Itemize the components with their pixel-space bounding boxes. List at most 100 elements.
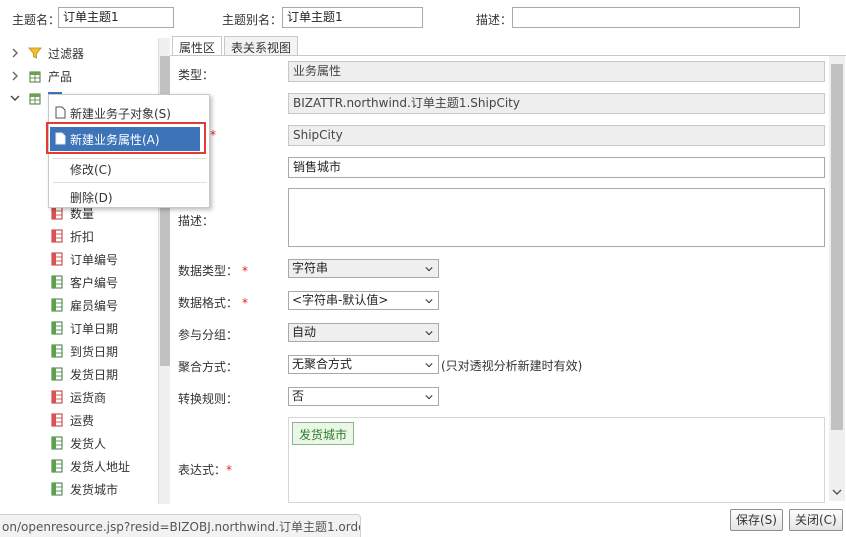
tree-item-consignee-address[interactable]: 发货人地址 bbox=[50, 456, 130, 476]
dimension-icon bbox=[51, 436, 63, 450]
name-field: ShipCity bbox=[288, 125, 825, 146]
folder-table-icon bbox=[29, 71, 41, 83]
path-field: BIZATTR.northwind.订单主题1.ShipCity bbox=[288, 93, 825, 114]
menu-item-label: 删除(D) bbox=[70, 190, 113, 205]
group-label: 参与分组： bbox=[178, 328, 239, 342]
data-type-value: 字符串 bbox=[292, 261, 329, 275]
group-select[interactable]: 自动 bbox=[288, 323, 439, 342]
tree-item-filter[interactable]: 过滤器 bbox=[10, 43, 84, 63]
tree-item-label: 折扣 bbox=[70, 229, 95, 244]
dimension-icon bbox=[51, 459, 63, 473]
tree-item-order-date[interactable]: 订单日期 bbox=[50, 318, 118, 338]
tree-item-label: 运货商 bbox=[70, 390, 107, 405]
menu-item-delete[interactable]: 删除(D) bbox=[50, 185, 208, 209]
data-type-label: 数据类型： * bbox=[178, 264, 249, 278]
agg-note: (只对透视分析新建时有效) bbox=[441, 359, 583, 373]
save-button[interactable]: 保存(S) bbox=[730, 509, 783, 531]
dimension-icon bbox=[51, 367, 63, 381]
dimension-icon bbox=[51, 482, 63, 496]
measure-icon bbox=[51, 413, 63, 427]
context-menu: 新建业务子对象(S) 新建业务属性(A) 修改(C) 删除(D) bbox=[46, 94, 210, 209]
chevron-down-icon[interactable] bbox=[10, 93, 20, 103]
menu-item-label: 修改(C) bbox=[70, 162, 112, 177]
chevron-right-icon[interactable] bbox=[10, 48, 20, 58]
expr-token[interactable]: 发货城市 bbox=[292, 422, 355, 445]
type-label: 类型： bbox=[178, 68, 215, 82]
measure-icon bbox=[51, 252, 63, 266]
dimension-icon bbox=[51, 275, 63, 289]
topic-desc-input[interactable] bbox=[512, 7, 800, 28]
tab-divider bbox=[170, 55, 846, 56]
agg-label: 聚合方式： bbox=[178, 360, 239, 374]
menu-separator bbox=[53, 182, 207, 183]
chevron-down-icon bbox=[425, 267, 433, 272]
document-icon bbox=[55, 106, 66, 119]
menu-item-new-attribute[interactable]: 新建业务属性(A) bbox=[50, 127, 200, 151]
filter-icon bbox=[28, 47, 42, 59]
menu-item-edit[interactable]: 修改(C) bbox=[50, 157, 208, 181]
folder-table-icon bbox=[29, 93, 41, 105]
group-value: 自动 bbox=[292, 325, 317, 339]
tree-item-order-id[interactable]: 订单编号 bbox=[50, 249, 118, 269]
data-format-label: 数据格式： * bbox=[178, 296, 249, 310]
topic-name-input[interactable]: 订单主题1 bbox=[58, 7, 174, 28]
tree-item-shipper[interactable]: 运货商 bbox=[50, 387, 106, 407]
dimension-icon bbox=[51, 321, 63, 335]
tree-item-label: 客户编号 bbox=[70, 275, 119, 290]
menu-item-label: 新建业务子对象(S) bbox=[70, 106, 171, 121]
tab-properties[interactable]: 属性区 bbox=[172, 36, 223, 56]
tree-item-customer-id[interactable]: 客户编号 bbox=[50, 272, 118, 292]
chevron-down-icon bbox=[425, 331, 433, 336]
dimension-icon bbox=[51, 298, 63, 312]
desc-textarea[interactable] bbox=[288, 188, 825, 247]
tree-item-employee-id[interactable]: 雇员编号 bbox=[50, 295, 118, 315]
tree-item-arrival-date[interactable]: 到货日期 bbox=[50, 341, 118, 361]
data-format-value: <字符串-默认值> bbox=[292, 293, 389, 307]
tree-item-label: 发货人 bbox=[70, 436, 107, 451]
tree-item-label: 发货人地址 bbox=[70, 459, 131, 474]
type-field: 业务属性 bbox=[288, 61, 825, 82]
alias-field[interactable]: 销售城市 bbox=[288, 157, 825, 178]
tree-item-discount[interactable]: 折扣 bbox=[50, 226, 94, 246]
chevron-down-icon bbox=[425, 395, 433, 400]
tree-item-ship-date[interactable]: 发货日期 bbox=[50, 364, 118, 384]
form-scrollbar[interactable] bbox=[829, 56, 845, 501]
agg-value: 无聚合方式 bbox=[292, 357, 353, 371]
tree-item-label: 产品 bbox=[48, 69, 73, 84]
menu-item-label: 新建业务属性(A) bbox=[70, 132, 160, 147]
topic-name-label: 主题名： bbox=[12, 13, 61, 27]
convert-select[interactable]: 否 bbox=[288, 387, 439, 406]
tree-item-product[interactable]: 产品 bbox=[10, 66, 72, 86]
convert-value: 否 bbox=[292, 389, 305, 403]
document-icon bbox=[55, 132, 66, 145]
tree-item-ship-city[interactable]: 发货城市 bbox=[50, 479, 118, 499]
expr-editor[interactable]: 发货城市 bbox=[288, 417, 825, 503]
agg-select[interactable]: 无聚合方式 bbox=[288, 355, 439, 374]
tree-item-label: 发货城市 bbox=[70, 482, 119, 497]
tree-item-consignee[interactable]: 发货人 bbox=[50, 433, 106, 453]
dimension-icon bbox=[51, 344, 63, 358]
expr-label: 表达式：* bbox=[178, 463, 233, 477]
measure-icon bbox=[51, 390, 63, 404]
chevron-right-icon[interactable] bbox=[10, 71, 20, 81]
desc-label: 描述： bbox=[178, 214, 215, 228]
tree-item-label: 运费 bbox=[70, 413, 95, 428]
convert-label: 转换规则： bbox=[178, 392, 239, 406]
close-button[interactable]: 关闭(C) bbox=[789, 509, 843, 531]
tree-item-label: 订单编号 bbox=[70, 252, 119, 267]
topic-alias-input[interactable]: 订单主题1 bbox=[282, 7, 423, 28]
tree-item-label: 发货日期 bbox=[70, 367, 119, 382]
topic-alias-label: 主题别名： bbox=[222, 13, 283, 27]
data-type-select[interactable]: 字符串 bbox=[288, 259, 439, 278]
data-format-select[interactable]: <字符串-默认值> bbox=[288, 291, 439, 310]
name-required-mark: * bbox=[210, 128, 216, 142]
tree-item-label: 雇员编号 bbox=[70, 298, 119, 313]
form-scrollbar-thumb[interactable] bbox=[831, 64, 843, 430]
tab-table-relations[interactable]: 表关系视图 bbox=[224, 36, 299, 56]
tree-item-freight[interactable]: 运费 bbox=[50, 410, 94, 430]
status-bar-url: on/openresource.jsp?resid=BIZOBJ.northwi… bbox=[0, 514, 361, 537]
tree-item-label: 到货日期 bbox=[70, 344, 119, 359]
measure-icon bbox=[51, 229, 63, 243]
scroll-down-arrow-icon[interactable] bbox=[832, 487, 842, 497]
topic-desc-label: 描述： bbox=[476, 13, 513, 27]
